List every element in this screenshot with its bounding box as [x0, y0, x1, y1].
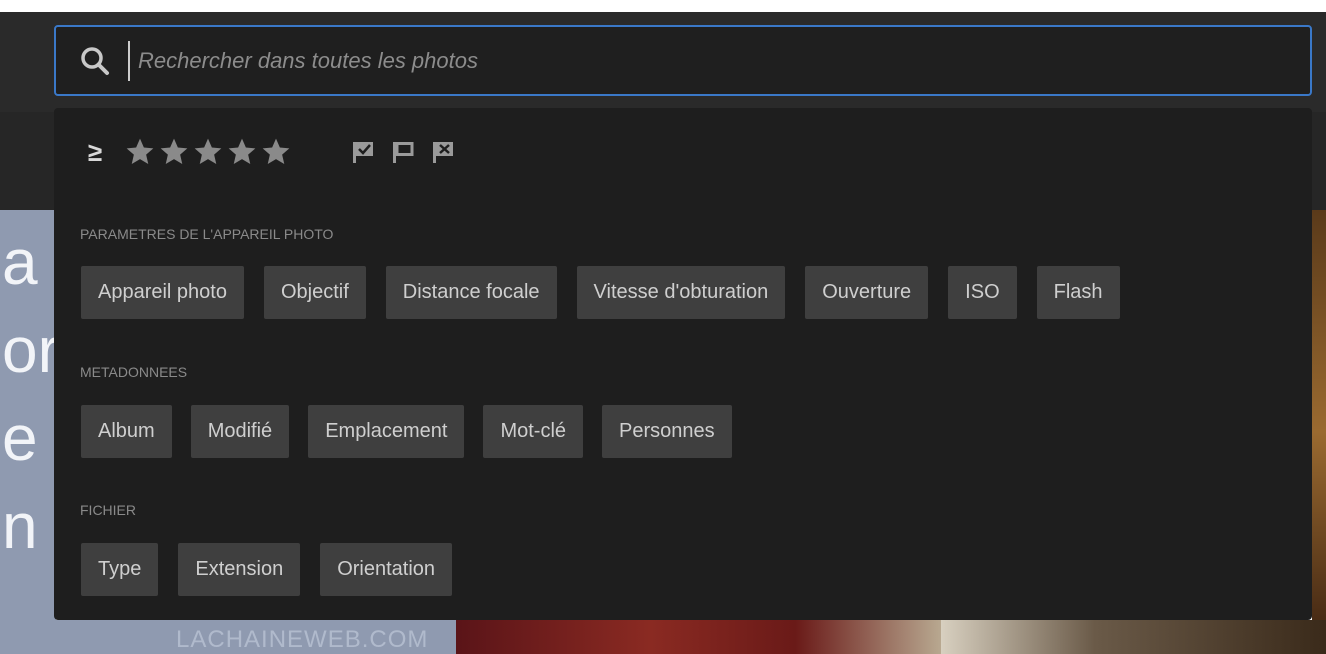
rating-filter-row: ≥	[88, 136, 470, 168]
section-label-file: FICHIER	[80, 502, 136, 518]
section-label-metadata: METADONNEES	[80, 364, 188, 380]
star-icon[interactable]	[260, 136, 292, 168]
background-photo-center	[456, 620, 941, 654]
flag-rejected-icon[interactable]	[430, 139, 456, 165]
file-chips: Type Extension Orientation	[81, 543, 472, 596]
star-icon[interactable]	[158, 136, 190, 168]
chip-keyword[interactable]: Mot-clé	[483, 405, 584, 458]
flag-picked-icon[interactable]	[350, 139, 376, 165]
chip-orientation[interactable]: Orientation	[320, 543, 453, 596]
chip-extension[interactable]: Extension	[178, 543, 301, 596]
background-photo-right	[1312, 210, 1326, 654]
background-photo-right-bottom	[941, 620, 1326, 654]
watermark: LACHAINEWEB.COM	[176, 626, 429, 653]
chip-flash[interactable]: Flash	[1036, 266, 1120, 319]
chip-album[interactable]: Album	[81, 405, 172, 458]
flag-unflagged-icon[interactable]	[390, 139, 416, 165]
flag-filters	[350, 139, 470, 165]
background-letter: a	[2, 226, 38, 298]
background-letter: e	[2, 402, 38, 474]
search-icon	[81, 46, 109, 75]
camera-settings-chips: Appareil photo Objectif Distance focale …	[81, 266, 1140, 319]
search-filter-panel: ≥ PARAMETRES DE L'APPAREIL PHOTO Apparei…	[54, 108, 1312, 620]
search-input[interactable]	[128, 40, 1310, 81]
rating-operator[interactable]: ≥	[88, 137, 124, 168]
section-label-camera: PARAMETRES DE L'APPAREIL PHOTO	[80, 226, 334, 242]
chip-type[interactable]: Type	[81, 543, 159, 596]
background-letter: n	[2, 490, 38, 562]
chip-lens[interactable]: Objectif	[263, 266, 366, 319]
window-edge	[0, 0, 1326, 12]
chip-location[interactable]: Emplacement	[308, 405, 465, 458]
chip-shutter-speed[interactable]: Vitesse d'obturation	[576, 266, 786, 319]
chip-people[interactable]: Personnes	[602, 405, 732, 458]
chip-iso[interactable]: ISO	[948, 266, 1017, 319]
chip-focal-length[interactable]: Distance focale	[385, 266, 557, 319]
background-letter: or	[2, 314, 56, 386]
star-icon[interactable]	[226, 136, 258, 168]
chip-aperture[interactable]: Ouverture	[805, 266, 929, 319]
chip-modified[interactable]: Modifié	[190, 405, 290, 458]
chip-camera[interactable]: Appareil photo	[81, 266, 244, 319]
star-icon[interactable]	[124, 136, 156, 168]
metadata-chips: Album Modifié Emplacement Mot-clé Person…	[81, 405, 751, 458]
background-photo-text: a or e n	[2, 218, 56, 570]
search-bar[interactable]	[54, 25, 1312, 96]
star-icon[interactable]	[192, 136, 224, 168]
